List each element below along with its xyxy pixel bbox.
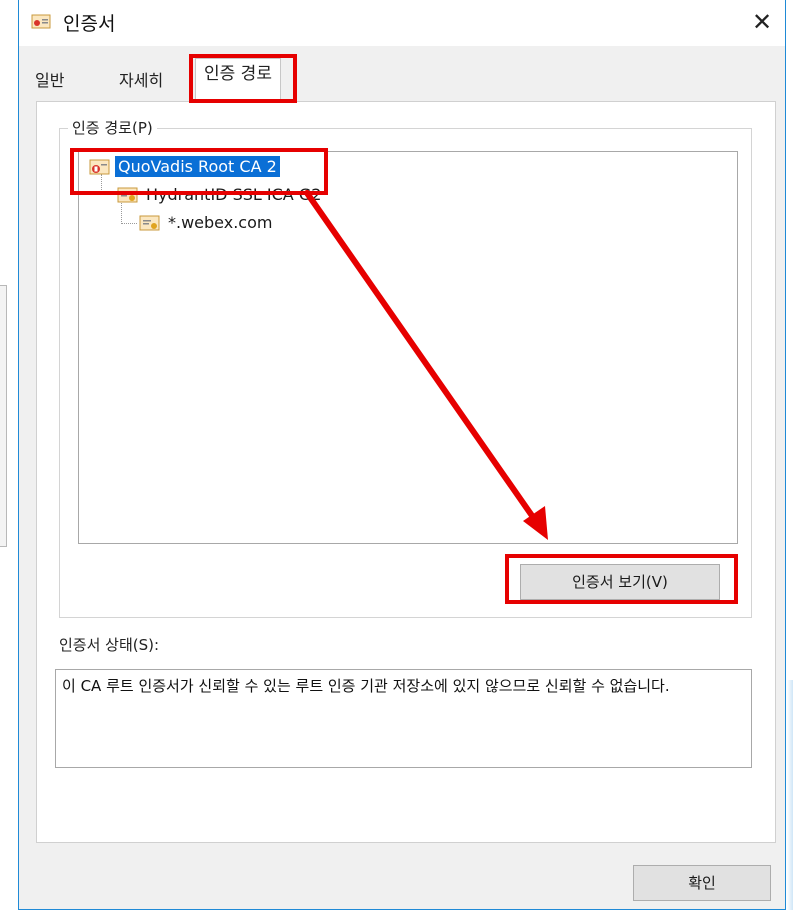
screen: 인증서 ✕ 일반 자세히 인증 경로 인증 경로(P) QuoVadis Roo… — [0, 0, 793, 910]
tree-item-intermediate-ca[interactable]: HydrantID SSL ICA G2 — [117, 184, 324, 205]
certification-path-group: 인증 경로(P) QuoVadis Root CA 2 HydrantID SS… — [59, 117, 752, 618]
certificate-status-text: 이 CA 루트 인증서가 신뢰할 수 있는 루트 인증 기관 저장소에 있지 않… — [55, 669, 752, 768]
certification-path-tree[interactable]: QuoVadis Root CA 2 HydrantID SSL ICA G2 — [78, 151, 738, 544]
view-certificate-button[interactable]: 인증서 보기(V) — [520, 564, 720, 600]
background-window-edge — [0, 285, 7, 547]
certification-path-label-text: 인증 경로(P) — [72, 119, 153, 137]
tab-details[interactable]: 자세히 — [111, 66, 171, 98]
tree-item-end-entity[interactable]: *.webex.com — [139, 212, 275, 233]
tree-item-label: HydrantID SSL ICA G2 — [146, 185, 322, 204]
tab-certification-path[interactable]: 인증 경로 — [195, 58, 281, 102]
ok-button[interactable]: 확인 — [633, 865, 771, 901]
cert-warning-icon — [89, 159, 110, 174]
certificate-dialog: 인증서 ✕ 일반 자세히 인증 경로 인증 경로(P) QuoVadis Roo… — [18, 0, 786, 910]
certificate-status-label: 인증서 상태(S): — [59, 636, 160, 654]
tab-general[interactable]: 일반 — [27, 66, 72, 98]
cert-icon — [139, 215, 160, 230]
tree-connector — [101, 174, 117, 194]
title-bar: 인증서 ✕ — [19, 0, 785, 46]
close-icon: ✕ — [751, 8, 773, 36]
tree-item-label: QuoVadis Root CA 2 — [115, 156, 280, 177]
certificate-icon — [31, 14, 51, 29]
tree-item-label: *.webex.com — [168, 213, 273, 232]
certification-path-label: 인증 경로(P) — [68, 117, 157, 138]
tab-strip: 일반 자세히 인증 경로 — [27, 58, 767, 102]
close-button[interactable]: ✕ — [739, 0, 785, 46]
cert-icon — [117, 187, 138, 202]
tree-item-root-ca[interactable]: QuoVadis Root CA 2 — [89, 156, 280, 177]
certification-path-panel: 인증 경로(P) QuoVadis Root CA 2 HydrantID SS… — [36, 101, 776, 843]
window-title: 인증서 — [63, 13, 116, 35]
background-window-edge-right — [787, 680, 793, 910]
